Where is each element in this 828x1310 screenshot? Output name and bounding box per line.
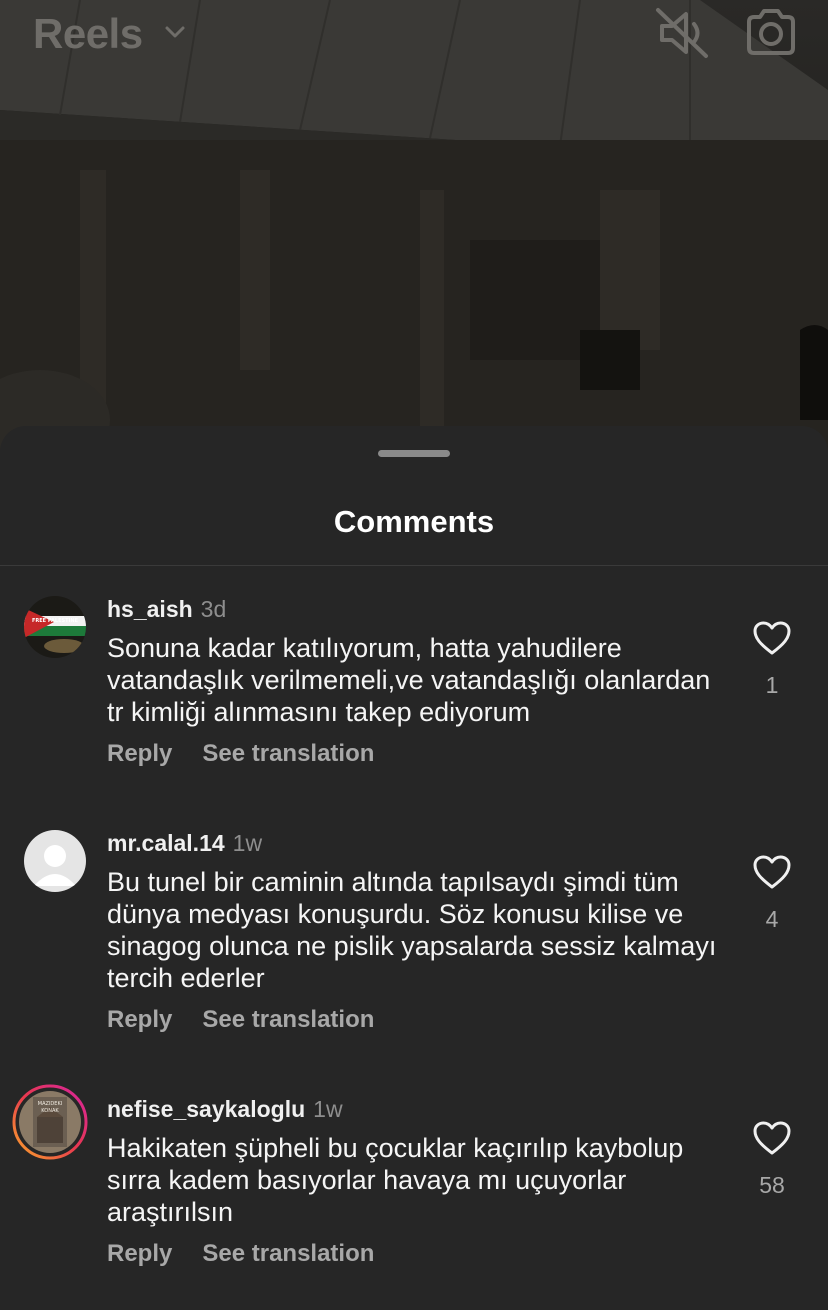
comment-header: mr.calal.14 1w <box>107 830 262 857</box>
comment-time: 1w <box>232 830 263 856</box>
wooden-shed-image <box>0 0 828 480</box>
comment-text: Hakikaten şüpheli bu çocuklar kaçırılıp … <box>107 1133 684 1227</box>
reel-video-background[interactable] <box>0 0 828 480</box>
avatar[interactable] <box>24 830 86 892</box>
reply-button[interactable]: Reply <box>107 740 172 767</box>
comments-sheet: Comments FREE PALESTINE hs_aish 3d Sonuna… <box>0 426 828 1310</box>
camera-icon[interactable] <box>744 6 798 60</box>
reels-top-bar: Reels <box>0 0 828 70</box>
avatar[interactable]: FREE PALESTINE <box>24 596 86 658</box>
comment-time: 1w <box>313 1096 343 1122</box>
see-translation-button[interactable]: See translation <box>202 1240 374 1267</box>
comment-text: Bu tunel bir caminin altında tapılsaydı … <box>107 867 717 993</box>
sheet-grabber[interactable] <box>378 450 450 457</box>
book-cover-avatar-image: MAZIDEKI KONAK <box>19 1091 81 1153</box>
comment-username[interactable]: mr.calal.14 <box>107 830 225 856</box>
reels-title[interactable]: Reels <box>33 10 143 58</box>
comment-actions: Reply See translation <box>107 740 404 768</box>
heart-icon[interactable] <box>752 1120 792 1156</box>
comments-title: Comments <box>333 504 495 539</box>
comment-username[interactable]: hs_aish <box>107 596 193 622</box>
like-count: 1 <box>765 672 779 698</box>
see-translation-button[interactable]: See translation <box>202 740 374 767</box>
heart-icon[interactable] <box>752 854 792 890</box>
comment-header: hs_aish 3d <box>107 596 226 623</box>
comment-time: 3d <box>200 596 227 622</box>
comment-text: Sonuna kadar katılıyorum, hatta yahudile… <box>107 633 711 727</box>
comment-actions: Reply See translation <box>107 1006 404 1034</box>
divider <box>0 565 828 566</box>
avatar-caption: MAZIDEKI <box>38 1101 62 1107</box>
like-count: 4 <box>765 906 779 932</box>
reply-button[interactable]: Reply <box>107 1240 172 1267</box>
chevron-down-icon[interactable] <box>164 24 186 40</box>
speaker-muted-icon[interactable] <box>654 6 710 60</box>
like-count: 58 <box>759 1172 785 1198</box>
see-translation-button[interactable]: See translation <box>202 1006 374 1033</box>
heart-icon[interactable] <box>752 620 792 656</box>
default-avatar-icon <box>34 845 76 886</box>
reply-button[interactable]: Reply <box>107 1006 172 1033</box>
avatar-caption: FREE PALESTINE <box>32 618 79 624</box>
free-palestine-avatar-image: FREE PALESTINE <box>24 596 86 658</box>
comment-username[interactable]: nefise_saykaloglu <box>107 1096 305 1122</box>
comment-actions: Reply See translation <box>107 1240 404 1268</box>
avatar-caption: KONAK <box>41 1108 59 1114</box>
avatar[interactable]: MAZIDEKI KONAK <box>19 1091 81 1153</box>
comment-header: nefise_saykaloglu 1w <box>107 1096 343 1123</box>
